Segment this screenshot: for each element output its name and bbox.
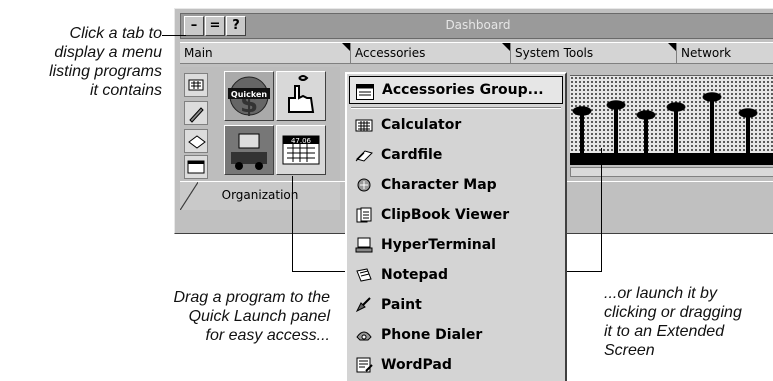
menu-item-phone-dialer[interactable]: Phone Dialer [349, 320, 563, 350]
robot-desk-icon[interactable] [224, 125, 274, 175]
tab-organization-label: Organization [221, 188, 299, 202]
menu-item-label: HyperTerminal [381, 237, 496, 253]
clipbook-icon [356, 207, 372, 223]
calculator-icon [355, 119, 373, 132]
quick-launch-panel: $ Quicken 47.06 [180, 67, 340, 183]
menu-item-clipbook-viewer[interactable]: ClipBook Viewer [349, 200, 563, 230]
connector-tab [162, 35, 186, 36]
menu-item-accessories-group[interactable]: Accessories Group... [349, 76, 563, 104]
callout-drag-hint: Drag a program to the Quick Launch panel… [173, 289, 330, 344]
pencil-icon[interactable] [184, 101, 208, 125]
menu-item-cardfile[interactable]: Cardfile [349, 140, 563, 170]
tab-network-label: Network [681, 46, 732, 60]
tab-row: Main Accessories System Tools Network [180, 42, 773, 64]
palm-tree-icon [632, 108, 660, 154]
menu-item-character-map[interactable]: Character Map [349, 170, 563, 200]
paint-icon [355, 297, 371, 313]
calendar-label: 47.06 [291, 137, 312, 145]
callout-tab-hint: Click a tab to display a menu listing pr… [49, 25, 162, 99]
menu-separator [351, 107, 561, 109]
quicken-icon[interactable]: $ Quicken [224, 71, 274, 121]
tab-system-tools-label: System Tools [515, 46, 594, 60]
quicken-label: Quicken [231, 90, 268, 99]
palm-tree-icon [662, 100, 690, 154]
cardfile-icon [355, 150, 373, 162]
hyperterminal-icon [355, 237, 373, 253]
grid-icon[interactable] [184, 73, 208, 97]
character-map-icon [357, 178, 371, 192]
connector-left-vertical [292, 176, 293, 272]
palm-tree-icon [734, 106, 762, 154]
tab-network[interactable]: Network [676, 43, 773, 63]
tab-fold-icon [668, 43, 676, 51]
tab-main-label: Main [184, 46, 213, 60]
palm-tree-icon [698, 90, 726, 154]
tab-accessories-label: Accessories [355, 46, 426, 60]
wordpad-icon [356, 357, 373, 373]
palm-tree-icon [568, 104, 596, 154]
notepad-icon [356, 268, 372, 282]
menu-item-label: WordPad [381, 357, 452, 373]
title-bar: – = ? Dashboard [180, 13, 773, 39]
tab-accessories[interactable]: Accessories [350, 43, 510, 63]
palm-tree-icon [602, 98, 630, 154]
menu-item-calculator[interactable]: Calculator [349, 110, 563, 140]
tab-system-tools[interactable]: System Tools [510, 43, 676, 63]
menu-item-notepad[interactable]: Notepad [349, 260, 563, 290]
menu-item-label: Character Map [381, 177, 497, 193]
menu-item-label: Paint [381, 297, 422, 313]
tab-fold-icon [502, 43, 510, 51]
menu-item-label: Notepad [381, 267, 449, 283]
phone-dialer-icon [356, 331, 372, 341]
accessories-menu: Accessories Group... Calculator Cardfile… [345, 72, 567, 381]
menu-item-label: Accessories Group... [382, 82, 544, 98]
tab-main[interactable]: Main [180, 43, 350, 63]
mail-icon[interactable] [184, 129, 208, 153]
window-title: Dashboard [445, 18, 511, 32]
tab-fold-icon [342, 43, 350, 51]
menu-item-label: Cardfile [381, 147, 443, 163]
tab-organization[interactable]: Organization [180, 181, 340, 210]
group-window-icon [356, 84, 374, 100]
menu-item-hyperterminal[interactable]: HyperTerminal [349, 230, 563, 260]
connector-right-vertical [601, 148, 602, 272]
menu-item-label: Phone Dialer [381, 327, 483, 343]
menu-item-wordpad[interactable]: WordPad [349, 350, 563, 380]
reminder-hand-icon[interactable] [276, 71, 326, 121]
menu-item-label: Calculator [381, 117, 462, 133]
callout-launch-hint: ...or launch it by clicking or dragging … [604, 285, 742, 359]
extended-screen-preview[interactable] [568, 75, 773, 154]
menu-item-label: ClipBook Viewer [381, 207, 510, 223]
menu-item-paint[interactable]: Paint [349, 290, 563, 320]
window-icon[interactable] [184, 155, 208, 179]
connector-left-horizontal [292, 271, 352, 272]
calendar-icon[interactable]: 47.06 [276, 125, 326, 175]
